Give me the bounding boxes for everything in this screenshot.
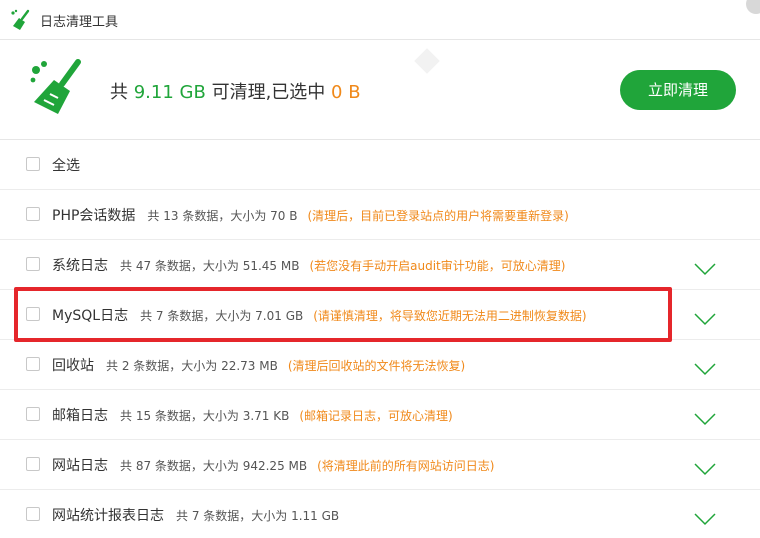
summary-panel: 共 9.11 GB 可清理,已选中 0 B 立即清理 [0,40,760,140]
item-name: 系统日志 [52,258,108,274]
list-item-mail-log[interactable]: 邮箱日志共 15 条数据，大小为 3.71 KB (邮箱记录日志，可放心清理) [0,390,760,440]
chevron-down-icon[interactable] [694,462,716,476]
list-item-site-log[interactable]: 网站日志共 87 条数据，大小为 942.25 MB (将清理此前的所有网站访问日… [0,440,760,490]
item-checkbox[interactable] [26,407,40,421]
chevron-down-icon[interactable] [694,512,716,526]
close-icon[interactable] [746,0,760,14]
decoration [414,48,440,74]
select-all-label: 全选 [52,158,80,174]
item-info: 共 2 条数据，大小为 22.73 MB [106,359,278,373]
item-name: PHP会话数据 [52,208,136,224]
item-note: (若您没有手动开启audit审计功能，可放心清理) [309,259,566,273]
selected-size: 0 B [331,82,361,103]
item-info: 共 13 条数据，大小为 70 B [147,209,298,223]
summary-text: 共 9.11 GB 可清理,已选中 0 B [110,78,361,104]
list-item-recycle-bin[interactable]: 回收站共 2 条数据，大小为 22.73 MB (清理后回收站的文件将无法恢复) [0,340,760,390]
item-checkbox[interactable] [26,507,40,521]
item-name: MySQL日志 [52,308,129,324]
list-item-system-log[interactable]: 系统日志共 47 条数据，大小为 51.45 MB (若您没有手动开启audit审… [0,240,760,290]
chevron-down-icon[interactable] [694,362,716,376]
title-bar: 日志清理工具 [0,0,760,40]
summary-prefix: 共 [110,82,134,103]
broom-icon [11,9,30,30]
item-note: (清理后回收站的文件将无法恢复) [287,359,466,373]
chevron-down-icon[interactable] [694,312,716,326]
window-title: 日志清理工具 [40,15,119,30]
item-note: (清理后，目前已登录站点的用户将需要重新登录) [307,209,569,223]
select-all-checkbox[interactable] [26,157,40,171]
select-all-row[interactable]: 全选 [0,140,760,190]
item-info: 共 87 条数据，大小为 942.25 MB [120,459,308,473]
list-item-site-stats-log[interactable]: 网站统计报表日志共 7 条数据，大小为 1.11 GB [0,490,760,538]
item-checkbox[interactable] [26,257,40,271]
item-checkbox[interactable] [26,457,40,471]
item-note: (请谨慎清理，将导致您近期无法用二进制恢复数据) [313,309,587,323]
item-note: (将清理此前的所有网站访问日志) [317,459,495,473]
item-name: 网站统计报表日志 [52,508,164,524]
list-item-php-session[interactable]: PHP会话数据共 13 条数据，大小为 70 B (清理后，目前已登录站点的用户将… [0,190,760,240]
item-checkbox[interactable] [26,357,40,371]
broom-icon [30,59,81,114]
item-info: 共 7 条数据，大小为 7.01 GB [140,309,304,323]
item-name: 邮箱日志 [52,408,108,424]
list-item-mysql-log[interactable]: MySQL日志共 7 条数据，大小为 7.01 GB (请谨慎清理，将导致您近期无… [0,290,760,340]
item-info: 共 47 条数据，大小为 51.45 MB [120,259,300,273]
item-name: 网站日志 [52,458,108,474]
item-checkbox[interactable] [26,307,40,321]
total-size: 9.11 GB [133,82,206,103]
item-info: 共 15 条数据，大小为 3.71 KB [120,409,290,423]
clean-now-button[interactable]: 立即清理 [620,70,736,110]
item-note: (邮箱记录日志，可放心清理) [299,409,453,423]
chevron-down-icon[interactable] [694,262,716,276]
item-checkbox[interactable] [26,207,40,221]
chevron-down-icon[interactable] [694,412,716,426]
item-info: 共 7 条数据，大小为 1.11 GB [176,509,340,523]
item-name: 回收站 [52,358,94,374]
summary-middle: 可清理,已选中 [205,82,332,103]
